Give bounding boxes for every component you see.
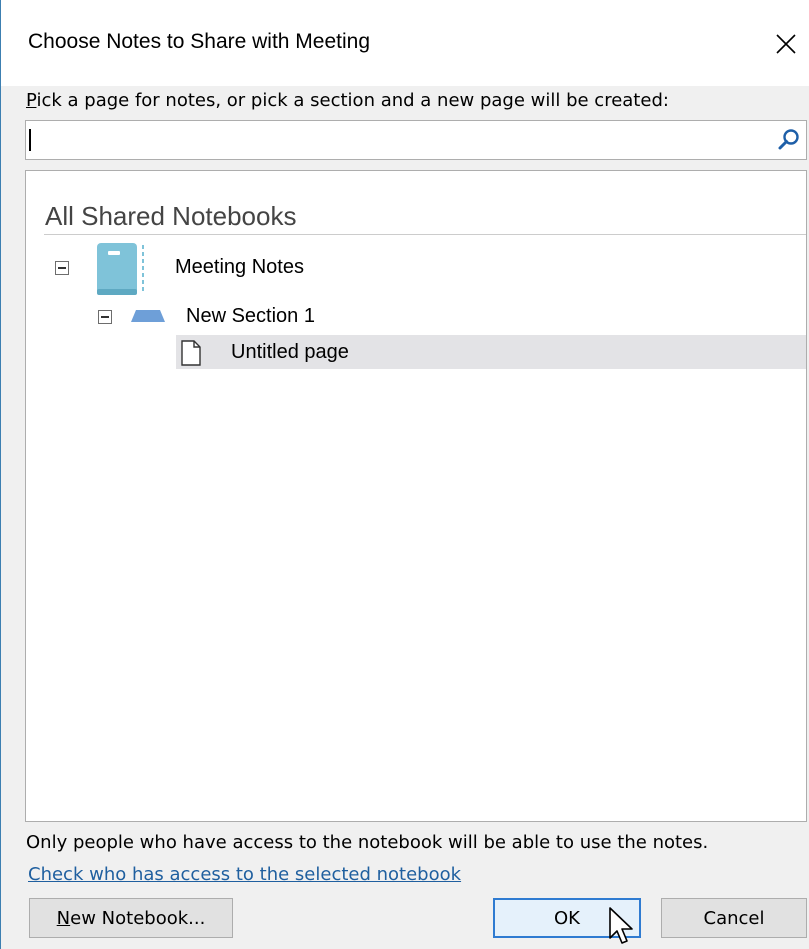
search-prompt-label: Pick a page for notes, or pick a section… [26, 90, 669, 111]
notebook-icon [97, 243, 144, 295]
search-box[interactable] [25, 120, 807, 160]
page-label: Untitled page [231, 341, 349, 363]
share-notes-dialog: Choose Notes to Share with Meeting Pick … [0, 0, 809, 949]
close-icon [775, 34, 796, 54]
search-icon[interactable] [776, 127, 802, 153]
access-info-text: Only people who have access to the noteb… [26, 832, 709, 853]
tree-item-page[interactable]: Untitled page [176, 335, 806, 369]
tree-item-notebook[interactable]: Meeting Notes [175, 256, 304, 279]
prompt-access-key: P [26, 90, 37, 111]
mouse-pointer-icon [609, 907, 633, 944]
notebook-tree[interactable]: All Shared Notebooks Meeting Notes New S… [25, 170, 807, 822]
new-notebook-access-key: N [56, 907, 71, 929]
cancel-button[interactable]: Cancel [661, 898, 807, 938]
tree-item-section[interactable]: New Section 1 [186, 305, 315, 328]
cancel-label: Cancel [703, 907, 765, 929]
tree-header: All Shared Notebooks [45, 201, 297, 231]
title-bar: Choose Notes to Share with Meeting [1, 0, 809, 86]
notebook-collapse-toggle[interactable] [55, 261, 69, 275]
section-tab-icon [131, 310, 165, 322]
section-collapse-toggle[interactable] [98, 310, 112, 324]
prompt-text: ick a page for notes, or pick a section … [36, 90, 669, 111]
ok-label: OK [554, 907, 580, 929]
new-notebook-label: ew Notebook... [70, 907, 206, 929]
new-notebook-button[interactable]: New Notebook... [29, 898, 233, 938]
dialog-title: Choose Notes to Share with Meeting [28, 30, 371, 53]
page-icon [181, 340, 201, 366]
close-button[interactable] [761, 22, 809, 66]
search-input[interactable] [30, 125, 760, 155]
check-access-link[interactable]: Check who has access to the selected not… [28, 864, 461, 885]
tree-header-divider [44, 234, 806, 235]
